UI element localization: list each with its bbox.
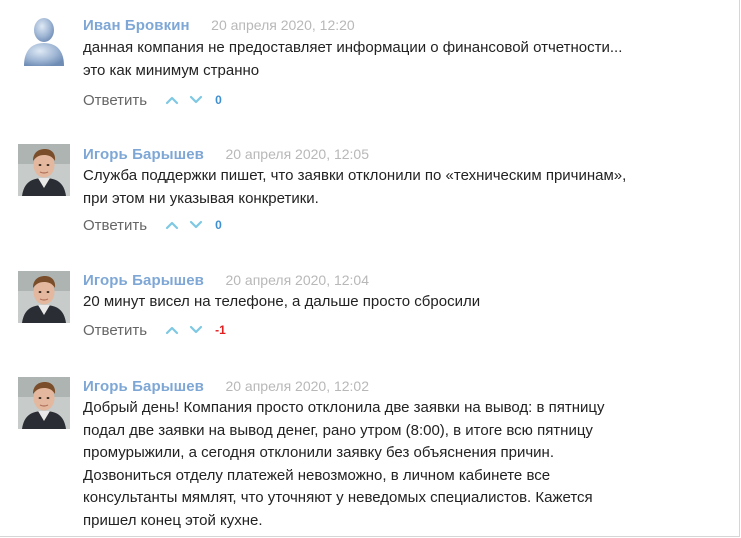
comment-text: Добрый день! Компания просто отклонила д… (83, 397, 723, 532)
avatar[interactable] (18, 144, 70, 196)
comment-text-line: Дозвониться отделу платежей невозможно, … (83, 466, 551, 484)
user-photo-icon (18, 144, 70, 196)
user-photo-icon (18, 377, 70, 429)
vote-down-icon[interactable] (189, 95, 203, 105)
comment-text-line: при этом ни указывая конкретики. (83, 189, 319, 207)
avatar[interactable] (18, 271, 70, 323)
comment-date: 20 апреля 2020, 12:02 (225, 378, 370, 394)
comment-text-line: промурыжили, а сегодня отклонили заявку … (83, 444, 554, 461)
avatar[interactable] (18, 14, 70, 66)
comment-author[interactable]: Игорь Барышев (83, 272, 204, 289)
comment-text-line: подал две заявки на вывод денег, рано ут… (83, 421, 593, 439)
vote-score: 0 (215, 93, 222, 107)
reply-button[interactable]: Ответить (83, 92, 147, 109)
comment-text-line: данная компания не предоставляет информа… (83, 39, 623, 56)
comment-text: Служба поддержки пишет, что заявки откло… (83, 165, 723, 210)
comment-text-line: пришел конец этой кухне. (83, 511, 263, 529)
comment-text: 20 минут висел на телефоне, а дальше про… (83, 291, 723, 314)
comment-actions: Ответить 0 (83, 215, 222, 235)
comment-actions: Ответить 0 (83, 90, 222, 110)
user-photo-icon (18, 271, 70, 323)
comments-feed: Иван Бровкин 20 апреля 2020, 12:20 данна… (0, 0, 740, 537)
comment-author[interactable]: Иван Бровкин (83, 17, 190, 34)
vote-score: 0 (215, 218, 222, 232)
comment-date: 20 апреля 2020, 12:05 (225, 146, 370, 162)
comment-text-line: Добрый день! Компания просто отклонила д… (83, 399, 605, 416)
reply-button[interactable]: Ответить (83, 217, 147, 234)
comment-author[interactable]: Игорь Барышев (83, 146, 204, 163)
comment-author[interactable]: Игорь Барышев (83, 378, 204, 395)
comment-text: данная компания не предоставляет информа… (83, 37, 723, 82)
reply-button[interactable]: Ответить (83, 322, 147, 339)
vote-down-icon[interactable] (189, 220, 203, 230)
vote-up-icon[interactable] (165, 220, 179, 230)
avatar[interactable] (18, 377, 70, 429)
comment-date: 20 апреля 2020, 12:20 (211, 17, 355, 33)
vote-score: -1 (215, 323, 226, 337)
comment-text-line: 20 минут висел на телефоне, а дальше про… (83, 293, 481, 310)
comment-text-line: Служба поддержки пишет, что заявки откло… (83, 167, 627, 184)
vote-up-icon[interactable] (165, 95, 179, 105)
comment-date: 20 апреля 2020, 12:04 (225, 272, 370, 288)
vote-up-icon[interactable] (165, 325, 179, 335)
vote-down-icon[interactable] (189, 325, 203, 335)
user-silhouette-icon (18, 14, 70, 66)
comment-actions: Ответить -1 (83, 320, 226, 340)
comment-text-line: это как минимум странно (83, 61, 260, 79)
comment-text-line: консультанты мямлят, что уточняют у неве… (83, 489, 593, 506)
